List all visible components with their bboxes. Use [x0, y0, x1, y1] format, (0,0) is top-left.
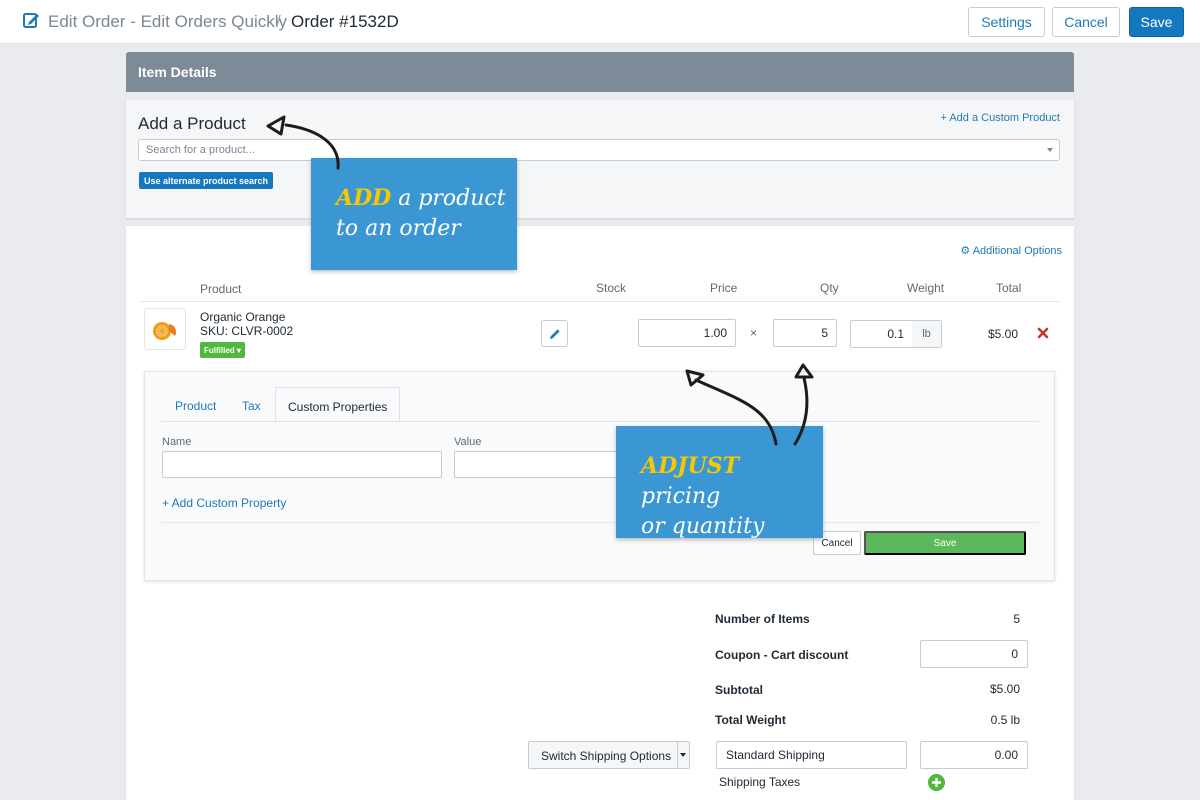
- additional-options-link[interactable]: ⚙ Additional Options: [960, 244, 1062, 257]
- subtotal-value: $5.00: [989, 682, 1020, 696]
- chevron-down-icon: [680, 753, 686, 757]
- add-custom-property-link[interactable]: + Add Custom Property: [162, 496, 286, 510]
- fulfillment-status-label: Fulfilled: [204, 345, 235, 355]
- switch-shipping-label: Switch Shipping Options: [541, 749, 672, 763]
- select-toggle: [677, 742, 689, 768]
- panel-save-button[interactable]: Save: [864, 531, 1026, 555]
- fulfillment-status-badge[interactable]: Fulfilled ▾: [200, 342, 245, 358]
- switch-shipping-select[interactable]: Switch Shipping Options: [528, 741, 690, 769]
- add-product-card: Add a Product + Add a Custom Product Sea…: [126, 100, 1074, 218]
- coupon-input[interactable]: [920, 640, 1028, 668]
- column-header-product: Product: [200, 282, 242, 296]
- shipping-cost-input[interactable]: [920, 741, 1028, 769]
- adjust-callout-line1: ADJUST pricing: [641, 451, 823, 512]
- total-weight-value: 0.5 lb: [990, 713, 1020, 727]
- table-divider: [140, 301, 1060, 302]
- add-product-callout: ADD a product to an order: [311, 158, 517, 270]
- add-callout-line1-text: a product: [391, 186, 506, 211]
- multiply-sign: ×: [750, 326, 758, 340]
- product-thumbnail: [144, 308, 186, 350]
- alternate-search-button[interactable]: Use alternate product search: [139, 172, 274, 189]
- order-items-card: ⚙ Additional Options Product Stock Price…: [126, 226, 1074, 800]
- add-custom-product-link[interactable]: + Add a Custom Product: [940, 112, 1060, 124]
- items-count-label: Number of Items: [715, 612, 810, 626]
- product-name[interactable]: Organic Orange: [200, 310, 285, 324]
- add-callout-highlight: ADD: [336, 185, 392, 211]
- price-input[interactable]: [638, 319, 736, 347]
- column-header-total: Total: [996, 281, 1022, 295]
- add-callout-line2: to an order: [336, 216, 461, 241]
- quantity-input[interactable]: [773, 319, 837, 347]
- shipping-taxes-label: Shipping Taxes: [719, 775, 801, 789]
- remove-item-icon[interactable]: [1036, 326, 1050, 340]
- row-total: $5.00: [988, 327, 1019, 341]
- adjust-callout-line1-text: pricing: [641, 484, 721, 509]
- items-count-value: 5: [1013, 612, 1020, 626]
- shipping-method-input[interactable]: [716, 741, 907, 769]
- tab-custom-properties[interactable]: Custom Properties: [275, 387, 401, 421]
- tab-divider: [161, 421, 1039, 422]
- edit-order-icon: [23, 13, 39, 28]
- adjust-callout-highlight: ADJUST: [641, 453, 740, 479]
- total-weight-label: Total Weight: [715, 713, 786, 727]
- page-title: Order #1532D: [291, 12, 399, 31]
- property-name-input[interactable]: [162, 451, 442, 478]
- column-header-weight: Weight: [907, 281, 945, 295]
- tab-product[interactable]: Product: [163, 387, 228, 421]
- gear-icon: ⚙: [960, 245, 973, 257]
- top-bar: Edit Order - Edit Orders Quickly / Order…: [0, 0, 1200, 44]
- panel-divider: [161, 522, 1039, 523]
- chevron-down-icon: [1047, 148, 1053, 152]
- pencil-icon: [549, 328, 560, 339]
- cancel-button[interactable]: Cancel: [1052, 7, 1120, 37]
- search-placeholder: Search for a product...: [146, 144, 255, 156]
- additional-options-label: Additional Options: [972, 245, 1062, 257]
- subtotal-label: Subtotal: [715, 683, 763, 697]
- caret-down-icon: ▾: [234, 345, 241, 355]
- coupon-label: Coupon - Cart discount: [715, 648, 849, 662]
- breadcrumb-separator: /: [276, 12, 281, 31]
- item-details-header: Item Details: [126, 52, 1074, 92]
- item-properties-panel: Product Tax Custom Properties Name Value…: [144, 371, 1055, 581]
- breadcrumb-app-title[interactable]: Edit Order - Edit Orders Quickly: [48, 12, 287, 32]
- product-search-input[interactable]: Search for a product...: [138, 139, 1060, 161]
- weight-input[interactable]: [850, 320, 913, 348]
- value-field-label: Value: [454, 436, 482, 448]
- product-sku: SKU: CLVR-0002: [200, 324, 294, 338]
- tab-tax[interactable]: Tax: [230, 387, 273, 421]
- adjust-callout-line2: or quantity: [641, 514, 765, 539]
- add-product-title: Add a Product: [138, 114, 246, 133]
- column-header-stock: Stock: [596, 281, 627, 295]
- add-shipping-tax-icon[interactable]: [928, 774, 945, 791]
- save-button[interactable]: Save: [1129, 7, 1184, 37]
- edit-product-button[interactable]: [541, 320, 568, 347]
- add-callout-line1: ADD a product: [336, 183, 517, 214]
- name-field-label: Name: [162, 436, 192, 448]
- column-header-price: Price: [710, 281, 738, 295]
- orange-image: [153, 322, 177, 340]
- weight-unit: lb: [912, 320, 942, 348]
- column-header-qty: Qty: [820, 281, 839, 295]
- adjust-pricing-callout: ADJUST pricing or quantity: [616, 426, 823, 539]
- settings-button[interactable]: Settings: [968, 7, 1045, 37]
